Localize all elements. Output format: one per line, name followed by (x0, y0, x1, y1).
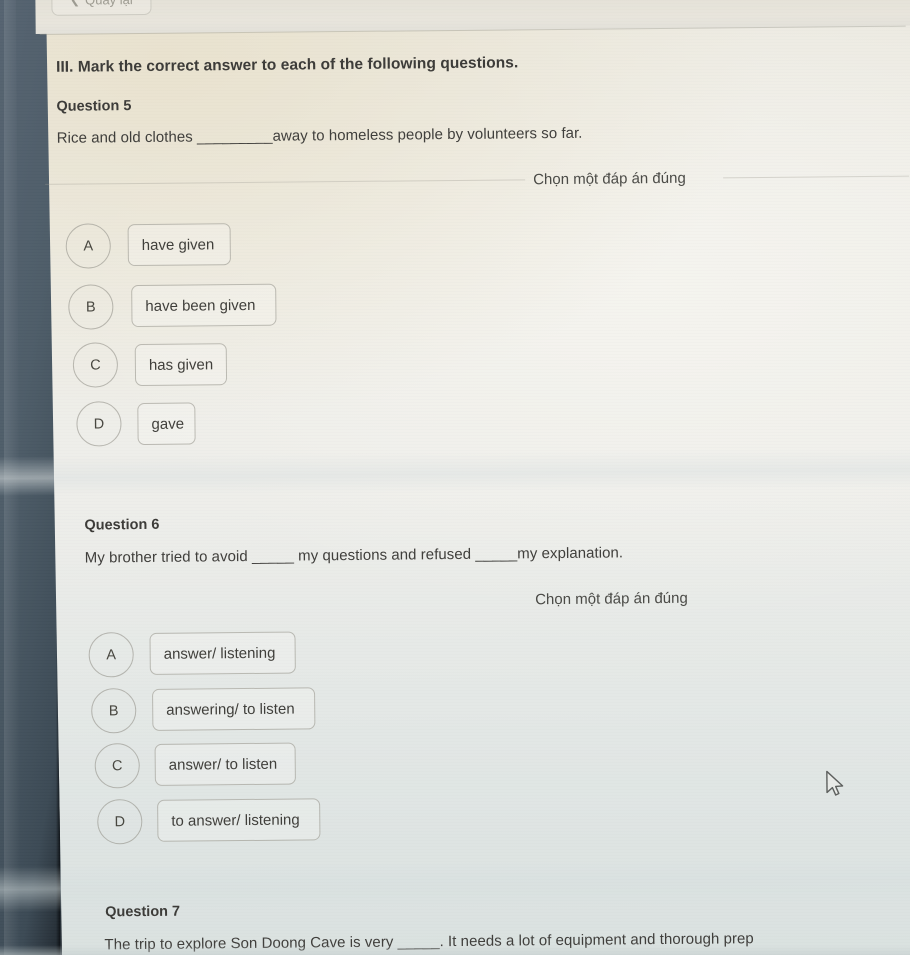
photographed-screen: ❮ Quay lại Thí sinh: Phan Quang HÀ 9A II… (0, 0, 910, 955)
question-6-label: Question 6 (84, 516, 160, 534)
back-button-label: Quay lại (85, 0, 133, 7)
question-6-option-d-letter[interactable]: D (97, 799, 143, 845)
question-5-option-c[interactable]: has given (134, 343, 228, 387)
section-separator-band (0, 447, 910, 497)
question-5-text: Rice and old clothes _________away to ho… (56, 124, 583, 147)
question-5-rule-left (45, 179, 526, 185)
question-6-option-b-letter[interactable]: B (91, 688, 137, 734)
question-5-rule-right (723, 175, 910, 179)
question-6-option-b[interactable]: answering/ to listen (152, 687, 316, 731)
question-5-option-b-letter[interactable]: B (68, 284, 114, 330)
question-7-text: The trip to explore Son Doong Cave is ve… (104, 930, 754, 954)
question-6-option-a-letter[interactable]: A (88, 632, 134, 678)
question-5-option-d[interactable]: gave (137, 402, 196, 446)
mouse-cursor-icon (826, 770, 844, 796)
question-6-instruction: Chọn một đáp án đúng (535, 589, 688, 609)
question-6-option-c-letter[interactable]: C (94, 743, 140, 789)
back-button[interactable]: ❮ Quay lại (51, 0, 152, 16)
question-6-option-d[interactable]: to answer/ listening (157, 798, 321, 842)
question-7-label: Question 7 (105, 903, 181, 921)
question-5-option-d-letter[interactable]: D (76, 401, 122, 447)
question-6-option-c[interactable]: answer/ to listen (154, 742, 296, 786)
question-5-option-c-letter[interactable]: C (72, 342, 119, 388)
question-6-text: My brother tried to avoid _____ my quest… (84, 544, 624, 567)
question-5-option-a-letter[interactable]: A (65, 223, 111, 269)
section-heading: III. Mark the correct answer to each of … (55, 54, 519, 76)
question-5-option-a[interactable]: have given (127, 223, 231, 267)
question-5-instruction: Chọn một đáp án đúng (533, 169, 686, 189)
question-5-label: Question 5 (56, 98, 132, 115)
quiz-page: ❮ Quay lại Thí sinh: Phan Quang HÀ 9A II… (0, 0, 910, 955)
question-5-option-b[interactable]: have been given (131, 283, 277, 328)
question-6-option-a[interactable]: answer/ listening (149, 631, 296, 675)
chevron-left-icon: ❮ (70, 0, 80, 7)
